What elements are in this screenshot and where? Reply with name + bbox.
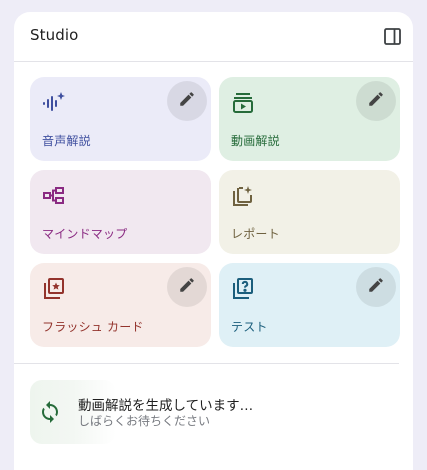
card-label: 音声解説 (42, 134, 91, 148)
edit-button[interactable] (167, 81, 207, 121)
pencil-icon (178, 276, 196, 298)
edit-button[interactable] (167, 267, 207, 307)
card-label: テスト (231, 320, 268, 334)
card-label: マインドマップ (42, 227, 128, 241)
card-mindmap[interactable]: マインドマップ (30, 170, 211, 254)
side-panel-icon[interactable] (382, 26, 404, 48)
pencil-icon (367, 276, 385, 298)
edit-button[interactable] (356, 81, 396, 121)
panel-title: Studio (30, 26, 79, 44)
card-label: 動画解説 (231, 134, 280, 148)
card-label: フラッシュ カード (42, 320, 144, 334)
card-quiz[interactable]: テスト (219, 263, 400, 347)
sync-icon (38, 400, 62, 424)
pencil-icon (178, 90, 196, 112)
pencil-icon (367, 90, 385, 112)
panel-header: Studio (14, 12, 413, 62)
edit-button[interactable] (356, 267, 396, 307)
mindmap-icon (42, 184, 66, 208)
flashcard-star-icon (42, 277, 66, 301)
report-sparkle-icon (231, 184, 255, 208)
quiz-question-icon (231, 277, 255, 301)
card-audio-overview[interactable]: 音声解説 (30, 77, 211, 161)
section-divider (14, 363, 399, 364)
card-report[interactable]: レポート (219, 170, 400, 254)
card-video-overview[interactable]: 動画解説 (219, 77, 400, 161)
studio-panel: Studio 音声解説 動画解説 マインドマップ レポート フラッシュ カード … (14, 12, 413, 470)
generation-progress-item[interactable]: 動画解説を生成しています… しばらくお待ちください (30, 380, 400, 444)
card-label: レポート (231, 227, 280, 241)
video-playlist-icon (231, 91, 255, 115)
audio-sparkle-icon (42, 91, 66, 115)
progress-subtitle: しばらくお待ちください (78, 414, 211, 428)
progress-title: 動画解説を生成しています… (78, 398, 254, 414)
card-flashcards[interactable]: フラッシュ カード (30, 263, 211, 347)
